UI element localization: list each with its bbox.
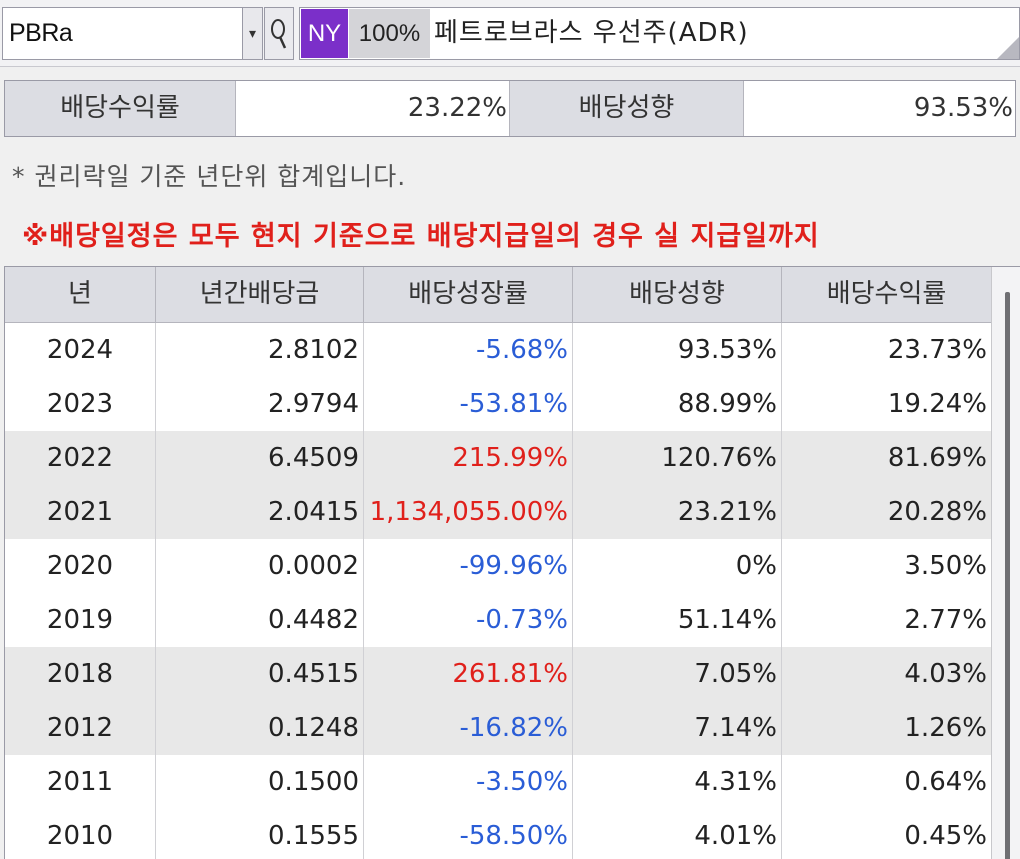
cell-payout-ratio: 88.99% [573, 377, 782, 431]
table-row[interactable]: 2012 0.1248 -16.82% 7.14% 1.26% [5, 701, 991, 755]
payout-label: 배당성향 [510, 81, 744, 136]
cell-dividend-growth: -53.81% [364, 377, 573, 431]
vertical-scrollbar[interactable] [991, 267, 1020, 859]
search-button[interactable] [264, 7, 294, 60]
cell-dividend-yield: 20.28% [887, 497, 987, 527]
cell-dividend-yield: 81.69% [887, 443, 987, 473]
table-header-row: 년 년간배당금 배당성장률 배당성향 배당수익률 [5, 267, 991, 323]
cell-year: 2012 [5, 701, 156, 755]
cell-payout-ratio: 0% [573, 539, 782, 593]
cell-dividend-growth: -0.73% [364, 593, 573, 647]
search-icon [271, 18, 287, 49]
exchange-badge: NY [301, 9, 348, 58]
cell-year: 2019 [5, 593, 156, 647]
cell-dividend-growth: -16.82% [364, 701, 573, 755]
cell-year: 2018 [5, 647, 156, 701]
table-row[interactable]: 2022 6.4509 215.99% 120.76% 81.69% [5, 431, 991, 485]
dividend-summary: 배당수익률 23.22% 배당성향 93.53% [4, 80, 1016, 137]
cell-annual-dividend: 0.4482 [156, 593, 364, 647]
cell-year: 2023 [5, 377, 156, 431]
cell-annual-dividend: 0.1500 [156, 755, 364, 809]
cell-payout-ratio: 51.14% [573, 593, 782, 647]
table-row[interactable]: 2024 2.8102 -5.68% 93.53% 23.73% [5, 323, 991, 377]
note-text: * 권리락일 기준 년단위 합계입니다. [12, 162, 407, 191]
table-row[interactable]: 2021 2.0415 1,134,055.00% 23.21% 20.28% [5, 485, 991, 539]
yield-label: 배당수익률 [5, 81, 236, 136]
cell-dividend-yield: 23.73% [887, 335, 987, 365]
cell-year: 2021 [5, 485, 156, 539]
yield-value: 23.22% [236, 81, 510, 136]
table-row[interactable]: 2018 0.4515 261.81% 7.05% 4.03% [5, 647, 991, 701]
table-row[interactable]: 2011 0.1500 -3.50% 4.31% 0.64% [5, 755, 991, 809]
margin-percent-badge: 100% [349, 9, 430, 58]
cell-dividend-yield: 1.26% [904, 713, 987, 743]
cell-annual-dividend: 0.0002 [156, 539, 364, 593]
table-row[interactable]: 2020 0.0002 -99.96% 0% 3.50% [5, 539, 991, 593]
cell-year: 2024 [5, 323, 156, 377]
cell-payout-ratio: 93.53% [573, 323, 782, 377]
table-row[interactable]: 2019 0.4482 -0.73% 51.14% 2.77% [5, 593, 991, 647]
chevron-down-icon: ▾ [248, 25, 257, 42]
cell-dividend-yield: 0.64% [904, 767, 987, 797]
cell-payout-ratio: 120.76% [573, 431, 782, 485]
cell-payout-ratio: 7.05% [573, 647, 782, 701]
cell-payout-ratio: 23.21% [573, 485, 782, 539]
cell-dividend-growth: -5.68% [364, 323, 573, 377]
cell-annual-dividend: 0.1555 [156, 809, 364, 859]
scrollbar-thumb[interactable] [1005, 292, 1010, 859]
cell-annual-dividend: 2.0415 [156, 485, 364, 539]
cell-dividend-yield: 0.45% [904, 821, 987, 851]
cell-year: 2010 [5, 809, 156, 859]
header-dividend-yield[interactable]: 배당수익률 [782, 267, 991, 322]
cell-payout-ratio: 4.31% [573, 755, 782, 809]
payout-value: 93.53% [744, 81, 1015, 136]
header-dividend-growth[interactable]: 배당성장률 [364, 267, 573, 322]
cell-dividend-growth: 261.81% [364, 647, 573, 701]
header-payout-ratio[interactable]: 배당성향 [573, 267, 782, 322]
cell-dividend-growth: -3.50% [364, 755, 573, 809]
table-row[interactable]: 2010 0.1555 -58.50% 4.01% 0.45% [5, 809, 991, 859]
ticker-dropdown-button[interactable]: ▾ [243, 7, 263, 60]
ticker-input[interactable]: PBRa [2, 7, 243, 60]
cell-dividend-growth: -58.50% [364, 809, 573, 859]
stock-name: 페트로브라스 우선주(ADR) [434, 18, 749, 48]
cell-year: 2011 [5, 755, 156, 809]
header-year[interactable]: 년 [5, 267, 156, 322]
table-row[interactable]: 2023 2.9794 -53.81% 88.99% 19.24% [5, 377, 991, 431]
cell-payout-ratio: 7.14% [573, 701, 782, 755]
warning-text: ※배당일정은 모두 현지 기준으로 배당지급일의 경우 실 지급일까지 [22, 221, 820, 252]
cell-dividend-growth: -99.96% [364, 539, 573, 593]
top-toolbar: PBRa ▾ NY 100% 페트로브라스 우선주(ADR) [0, 0, 1020, 67]
cell-dividend-growth: 1,134,055.00% [364, 485, 573, 539]
header-annual-dividend[interactable]: 년간배당금 [156, 267, 364, 322]
cell-dividend-yield: 19.24% [887, 389, 987, 419]
cell-annual-dividend: 2.8102 [156, 323, 364, 377]
cell-year: 2022 [5, 431, 156, 485]
cell-dividend-yield: 2.77% [904, 605, 987, 635]
cell-dividend-yield: 3.50% [904, 551, 987, 581]
cell-year: 2020 [5, 539, 156, 593]
cell-dividend-growth: 215.99% [364, 431, 573, 485]
cell-payout-ratio: 4.01% [573, 809, 782, 859]
dividend-table: 년 년간배당금 배당성장률 배당성향 배당수익률 2024 2.8102 -5.68… [4, 266, 1020, 859]
resize-corner-icon [997, 37, 1019, 59]
ticker-input-value[interactable]: PBRa [9, 8, 73, 59]
stock-info-box: NY 100% 페트로브라스 우선주(ADR) [299, 7, 1020, 60]
cell-dividend-yield: 4.03% [904, 659, 987, 689]
cell-annual-dividend: 0.4515 [156, 647, 364, 701]
cell-annual-dividend: 2.9794 [156, 377, 364, 431]
cell-annual-dividend: 0.1248 [156, 701, 364, 755]
cell-annual-dividend: 6.4509 [156, 431, 364, 485]
